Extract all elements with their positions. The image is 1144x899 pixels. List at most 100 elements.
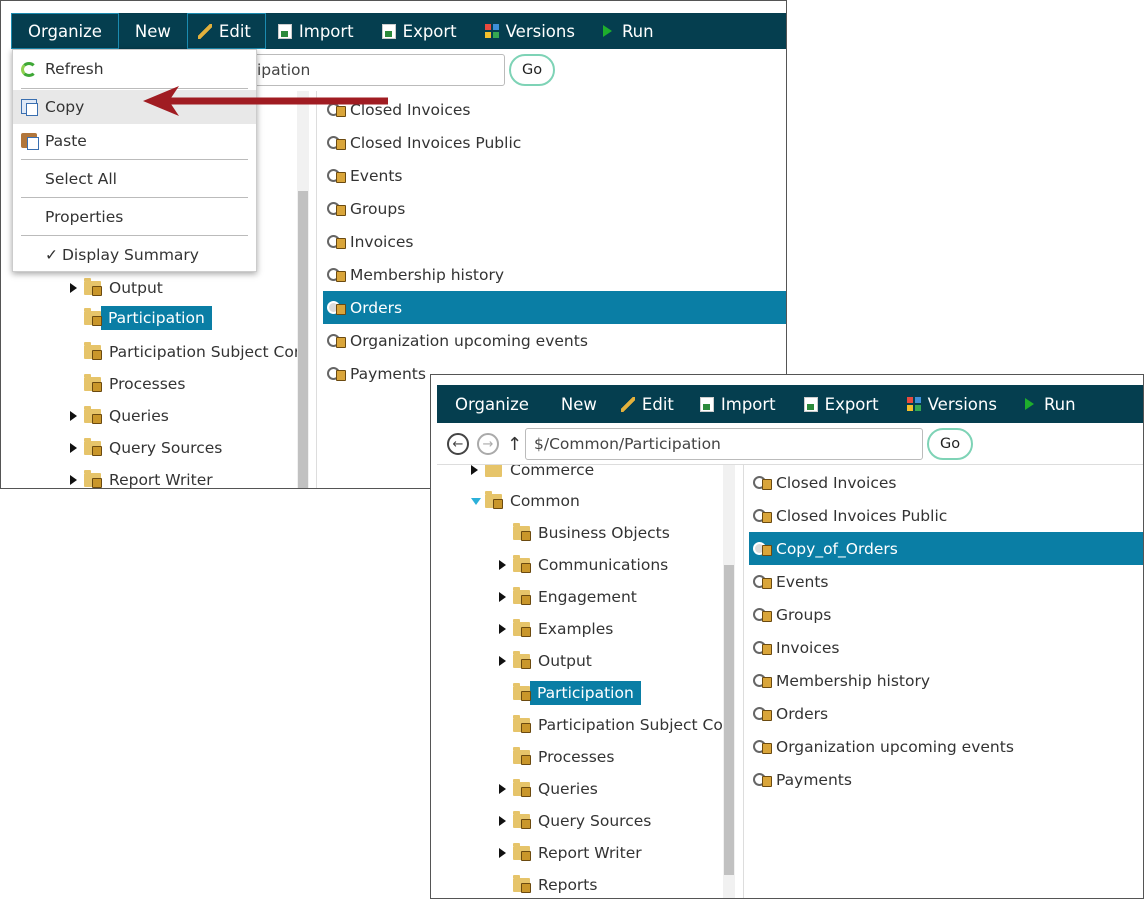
run-button[interactable]: Run	[1011, 385, 1090, 423]
expand-icon[interactable]	[499, 560, 506, 570]
list-item[interactable]: Organization upcoming events	[323, 324, 786, 357]
tree-node[interactable]: Participation Subject Cor	[84, 339, 298, 365]
tree-node[interactable]: Engagement	[499, 584, 637, 610]
tree-node[interactable]: Common	[471, 488, 580, 514]
new-label: New	[560, 394, 597, 414]
expand-icon[interactable]	[70, 443, 77, 453]
list-item[interactable]: Groups	[749, 598, 1143, 631]
list-item[interactable]: Membership history	[323, 258, 786, 291]
tree-node[interactable]: Output	[70, 275, 163, 301]
tree-scrollbar[interactable]	[723, 465, 735, 898]
forward-icon[interactable]: →	[477, 433, 499, 455]
organize-button[interactable]: Organize	[437, 385, 547, 423]
tree-node[interactable]: Examples	[499, 616, 613, 642]
expand-icon[interactable]	[499, 816, 506, 826]
list-item[interactable]: Orders	[749, 697, 1143, 730]
query-icon	[753, 706, 772, 721]
query-icon	[753, 541, 772, 556]
expand-icon[interactable]	[70, 411, 77, 421]
expand-icon[interactable]	[499, 848, 506, 858]
list-item-selected[interactable]: Copy_of_Orders	[749, 532, 1143, 565]
expand-icon[interactable]	[499, 784, 506, 794]
menu-item-refresh[interactable]: Refresh	[13, 52, 256, 86]
query-icon	[753, 673, 772, 688]
tree-node[interactable]: Processes	[513, 744, 614, 770]
go-button[interactable]: Go	[927, 428, 974, 460]
list-item[interactable]: Events	[323, 159, 786, 192]
versions-button[interactable]: Versions	[893, 385, 1011, 423]
tree-node[interactable]: Participation Subject Cor	[513, 712, 723, 738]
tree-scrollbar[interactable]	[297, 91, 309, 488]
list-item[interactable]: Events	[749, 565, 1143, 598]
tree-node[interactable]: Report Writer	[499, 840, 642, 866]
up-icon[interactable]: ↑	[507, 434, 522, 455]
import-button[interactable]: Import	[688, 385, 790, 423]
tree-node[interactable]: Communications	[499, 552, 668, 578]
list-item[interactable]: Membership history	[749, 664, 1143, 697]
tree-node[interactable]: Query Sources	[70, 435, 222, 461]
expand-icon[interactable]	[499, 656, 506, 666]
menu-item-properties[interactable]: Properties	[13, 200, 256, 234]
scroll-thumb[interactable]	[298, 191, 308, 488]
folder-lock-icon	[84, 374, 102, 392]
list-item[interactable]: Closed Invoices	[323, 93, 786, 126]
menu-label: Paste	[45, 132, 87, 150]
export-button[interactable]: Export	[790, 385, 893, 423]
tree-node[interactable]: Business Objects	[513, 520, 670, 546]
expand-icon[interactable]	[70, 283, 77, 293]
run-button[interactable]: Run	[589, 13, 668, 49]
tree-node[interactable]: Reports	[513, 872, 597, 898]
tree-node[interactable]: Processes	[84, 371, 185, 397]
run-icon	[1024, 398, 1034, 410]
scroll-thumb[interactable]	[724, 565, 734, 875]
tree-node[interactable]: Query Sources	[499, 808, 651, 834]
path-input[interactable]: ipation	[246, 54, 505, 86]
pane-divider[interactable]	[316, 91, 317, 488]
query-icon	[327, 135, 346, 150]
tree-node[interactable]: Output	[499, 648, 592, 674]
menu-item-paste[interactable]: Paste	[13, 124, 256, 158]
tree-label: Query Sources	[109, 439, 223, 457]
go-button[interactable]: Go	[509, 54, 556, 86]
list-item[interactable]: Payments	[749, 763, 1143, 796]
new-button[interactable]: New	[119, 13, 187, 49]
tree-node[interactable]: Report Writer	[70, 467, 213, 488]
tree-node[interactable]: Queries	[70, 403, 169, 429]
export-button[interactable]: Export	[368, 13, 471, 49]
item-label: Groups	[776, 605, 832, 624]
new-button[interactable]: New	[547, 385, 611, 423]
expand-icon[interactable]	[499, 624, 506, 634]
back-icon[interactable]: ←	[447, 433, 469, 455]
list-item[interactable]: Closed Invoices Public	[323, 126, 786, 159]
tree-node[interactable]: Commerce	[471, 465, 594, 483]
tree-label: Report Writer	[538, 844, 642, 862]
query-icon	[327, 201, 346, 216]
expand-icon[interactable]	[70, 475, 77, 485]
edit-button[interactable]: Edit	[186, 13, 266, 49]
expand-icon[interactable]	[471, 465, 478, 475]
versions-button[interactable]: Versions	[471, 13, 589, 49]
tree-node-selected[interactable]: Participation	[513, 680, 641, 706]
list-item[interactable]: Closed Invoices Public	[749, 499, 1143, 532]
list-item[interactable]: Invoices	[749, 631, 1143, 664]
tree-node[interactable]: Queries	[499, 776, 598, 802]
list-item[interactable]: Closed Invoices	[749, 466, 1143, 499]
list-item[interactable]: Organization upcoming events	[749, 730, 1143, 763]
list-item[interactable]: Groups	[323, 192, 786, 225]
pane-divider[interactable]	[743, 465, 744, 898]
edit-button[interactable]: Edit	[611, 385, 688, 423]
list-item-selected[interactable]: Orders	[323, 291, 786, 324]
export-icon	[803, 396, 818, 412]
expand-icon[interactable]	[499, 592, 506, 602]
collapse-icon[interactable]	[471, 498, 481, 505]
menu-item-display-summary[interactable]: ✓ Display Summary	[13, 238, 256, 272]
menu-item-select-all[interactable]: Select All	[13, 162, 256, 196]
run-icon	[602, 25, 612, 37]
tree-node-selected[interactable]: Participation	[84, 305, 212, 331]
export-label: Export	[402, 21, 457, 41]
import-button[interactable]: Import	[266, 13, 368, 49]
path-input[interactable]: $/Common/Participation	[525, 428, 923, 460]
list-item[interactable]: Invoices	[323, 225, 786, 258]
organize-button[interactable]: Organize	[11, 13, 119, 49]
tree-label: Queries	[538, 780, 598, 798]
